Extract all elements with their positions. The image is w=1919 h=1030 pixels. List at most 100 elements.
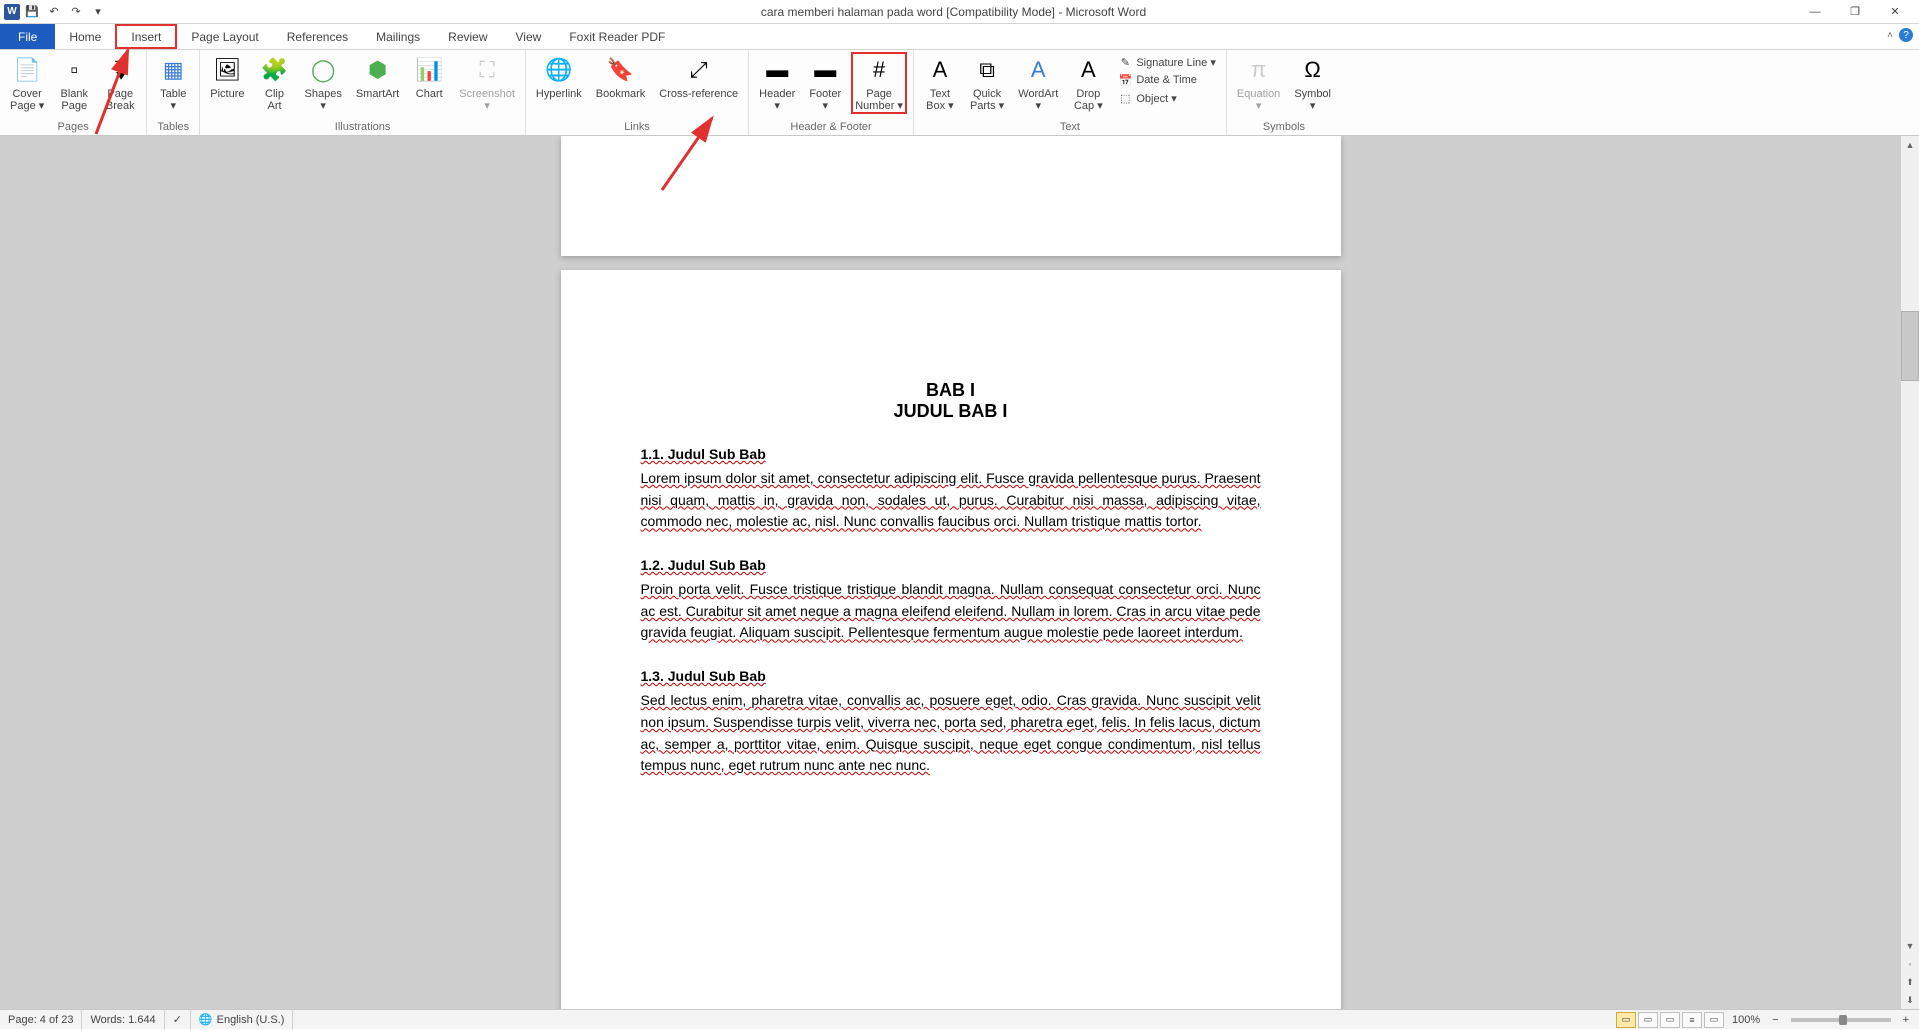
symbol-button[interactable]: ΩSymbol ▾ xyxy=(1290,52,1335,114)
group-links: 🌐Hyperlink 🔖Bookmark ⤢Cross-reference Li… xyxy=(526,50,749,135)
symbol-icon: Ω xyxy=(1297,54,1329,86)
blank-page-button[interactable]: ▫Blank Page xyxy=(54,52,94,114)
group-symbols: πEquation ▾ ΩSymbol ▾ Symbols xyxy=(1227,50,1341,135)
equation-icon: π xyxy=(1243,54,1275,86)
view-print-layout[interactable]: ▭ xyxy=(1616,1012,1636,1028)
signature-line-icon: ✎ xyxy=(1118,55,1132,69)
cover-page-button[interactable]: 📄Cover Page ▾ xyxy=(6,52,48,114)
wordart-icon: A xyxy=(1022,54,1054,86)
status-language[interactable]: 🌐English (U.S.) xyxy=(191,1010,294,1030)
page-break-icon: ⮯ xyxy=(104,54,136,86)
help-icon[interactable]: ? xyxy=(1899,28,1913,42)
view-full-screen[interactable]: ▭ xyxy=(1638,1012,1658,1028)
ribbon-minimize-icon[interactable]: ˄ xyxy=(1887,30,1893,41)
clip-art-icon: 🧩 xyxy=(259,54,291,86)
hyperlink-button[interactable]: 🌐Hyperlink xyxy=(532,52,586,102)
object-button[interactable]: ⬚Object ▾ xyxy=(1114,90,1220,106)
quick-parts-icon: ⧉ xyxy=(971,54,1003,86)
browse-object-button[interactable]: ◦ xyxy=(1901,955,1919,973)
minimize-button[interactable]: — xyxy=(1799,2,1831,22)
group-pages-label: Pages xyxy=(6,121,140,135)
status-proofing[interactable]: ✓ xyxy=(165,1010,191,1030)
tab-view[interactable]: View xyxy=(502,24,556,49)
zoom-level[interactable]: 100% xyxy=(1726,1014,1766,1026)
screenshot-button[interactable]: ⛶Screenshot ▾ xyxy=(455,52,519,114)
group-header-footer: ▬Header ▾ ▬Footer ▾ #Page Number ▾ Heade… xyxy=(749,50,914,135)
group-symbols-label: Symbols xyxy=(1233,121,1335,135)
tab-review[interactable]: Review xyxy=(434,24,501,49)
smartart-icon: ⬢ xyxy=(362,54,394,86)
redo-button[interactable]: ↷ xyxy=(66,2,86,22)
undo-button[interactable]: ↶ xyxy=(44,2,64,22)
status-page[interactable]: Page: 4 of 23 xyxy=(0,1010,82,1030)
save-button[interactable]: 💾 xyxy=(22,2,42,22)
close-button[interactable]: ✕ xyxy=(1879,2,1911,22)
scroll-thumb[interactable] xyxy=(1901,311,1919,381)
zoom-slider[interactable] xyxy=(1791,1018,1891,1022)
view-outline[interactable]: ≡ xyxy=(1682,1012,1702,1028)
text-box-icon: A xyxy=(924,54,956,86)
drop-cap-button[interactable]: ADrop Cap ▾ xyxy=(1068,52,1108,114)
doc-paragraph-2: Proin porta velit. Fusce tristique trist… xyxy=(641,579,1261,644)
picture-icon: 🖼 xyxy=(211,54,243,86)
next-page-button[interactable]: ⬇ xyxy=(1901,991,1919,1009)
header-icon: ▬ xyxy=(761,54,793,86)
view-web-layout[interactable]: ▭ xyxy=(1660,1012,1680,1028)
tab-file[interactable]: File xyxy=(0,24,55,49)
shapes-button[interactable]: ◯Shapes ▾ xyxy=(301,52,346,114)
word-app-icon[interactable]: W xyxy=(4,4,20,20)
bookmark-button[interactable]: 🔖Bookmark xyxy=(592,52,650,102)
zoom-in-button[interactable]: + xyxy=(1899,1014,1913,1026)
hyperlink-icon: 🌐 xyxy=(543,54,575,86)
tab-foxit-reader[interactable]: Foxit Reader PDF xyxy=(555,24,679,49)
document-page[interactable]: BAB I JUDUL BAB I 1.1. Judul Sub Bab Lor… xyxy=(561,270,1341,1009)
date-time-button[interactable]: 📅Date & Time xyxy=(1114,72,1220,88)
group-tables-label: Tables xyxy=(153,121,193,135)
scroll-down-button[interactable]: ▼ xyxy=(1901,937,1919,955)
clip-art-button[interactable]: 🧩Clip Art xyxy=(255,52,295,114)
tab-mailings[interactable]: Mailings xyxy=(362,24,434,49)
qat-customize-button[interactable]: ▾ xyxy=(88,2,108,22)
zoom-out-button[interactable]: − xyxy=(1768,1014,1782,1026)
page-number-button[interactable]: #Page Number ▾ xyxy=(851,52,907,114)
table-button[interactable]: ▦Table ▾ xyxy=(153,52,193,114)
status-words[interactable]: Words: 1.644 xyxy=(82,1010,164,1030)
chart-icon: 📊 xyxy=(413,54,445,86)
scroll-track[interactable] xyxy=(1901,154,1919,937)
picture-button[interactable]: 🖼Picture xyxy=(206,52,248,102)
previous-page-bottom[interactable] xyxy=(561,136,1341,256)
smartart-button[interactable]: ⬢SmartArt xyxy=(352,52,403,102)
text-box-button[interactable]: AText Box ▾ xyxy=(920,52,960,114)
tab-insert[interactable]: Insert xyxy=(115,24,177,49)
group-pages: 📄Cover Page ▾ ▫Blank Page ⮯Page Break Pa… xyxy=(0,50,147,135)
tab-page-layout[interactable]: Page Layout xyxy=(177,24,272,49)
equation-button[interactable]: πEquation ▾ xyxy=(1233,52,1284,114)
scroll-up-button[interactable]: ▲ xyxy=(1901,136,1919,154)
doc-paragraph-3: Sed lectus enim, pharetra vitae, convall… xyxy=(641,690,1261,777)
window-controls: — ❐ ✕ xyxy=(1799,2,1919,22)
footer-button[interactable]: ▬Footer ▾ xyxy=(805,52,845,114)
document-area[interactable]: BAB I JUDUL BAB I 1.1. Judul Sub Bab Lor… xyxy=(0,136,1901,1009)
vertical-scrollbar[interactable]: ▲ ▼ ◦ ⬆ ⬇ xyxy=(1901,136,1919,1009)
page-break-button[interactable]: ⮯Page Break xyxy=(100,52,140,114)
tab-references[interactable]: References xyxy=(273,24,362,49)
chart-button[interactable]: 📊Chart xyxy=(409,52,449,102)
maximize-button[interactable]: ❐ xyxy=(1839,2,1871,22)
prev-page-button[interactable]: ⬆ xyxy=(1901,973,1919,991)
title-bar: W 💾 ↶ ↷ ▾ cara memberi halaman pada word… xyxy=(0,0,1919,24)
wordart-button[interactable]: AWordArt ▾ xyxy=(1014,52,1062,114)
ribbon-tabs: File Home Insert Page Layout References … xyxy=(0,24,1919,50)
signature-line-button[interactable]: ✎Signature Line ▾ xyxy=(1114,54,1220,70)
tab-home[interactable]: Home xyxy=(55,24,115,49)
window-title: cara memberi halaman pada word [Compatib… xyxy=(108,5,1799,19)
quick-parts-button[interactable]: ⧉Quick Parts ▾ xyxy=(966,52,1008,114)
view-draft[interactable]: ▭ xyxy=(1704,1012,1724,1028)
header-button[interactable]: ▬Header ▾ xyxy=(755,52,799,114)
footer-icon: ▬ xyxy=(809,54,841,86)
blank-page-icon: ▫ xyxy=(58,54,90,86)
object-icon: ⬚ xyxy=(1118,91,1132,105)
zoom-slider-thumb[interactable] xyxy=(1839,1015,1847,1025)
group-links-label: Links xyxy=(532,121,742,135)
table-icon: ▦ xyxy=(157,54,189,86)
cross-reference-button[interactable]: ⤢Cross-reference xyxy=(655,52,742,102)
